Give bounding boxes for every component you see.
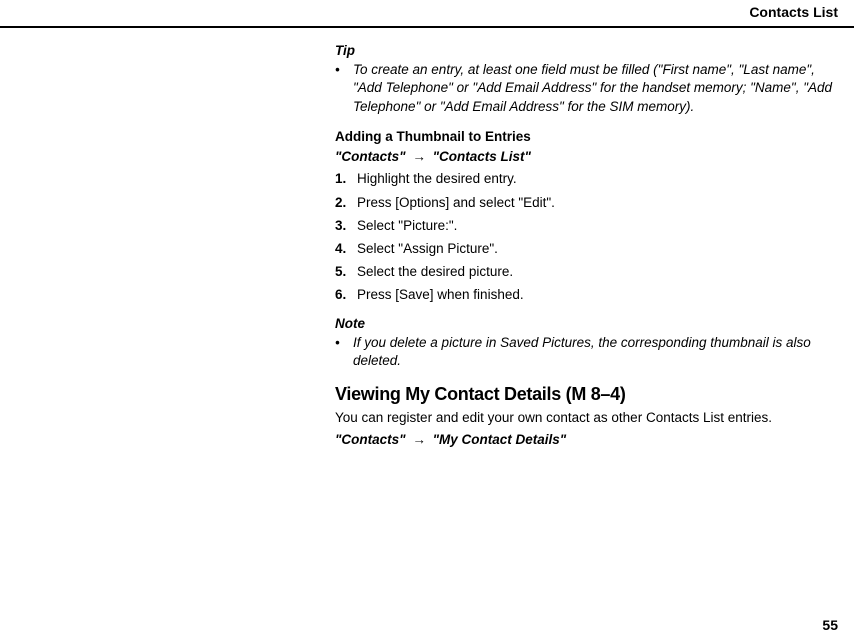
- list-item: 6. Press [Save] when finished.: [335, 286, 838, 304]
- list-item: 3. Select "Picture:".: [335, 217, 838, 235]
- note-label: Note: [335, 315, 838, 333]
- heading-text: Viewing My Contact Details: [335, 384, 561, 404]
- step-text: Select the desired picture.: [357, 263, 838, 281]
- step-text: Press [Options] and select "Edit".: [357, 194, 838, 212]
- viewing-section-heading: Viewing My Contact Details (M 8–4): [335, 382, 838, 406]
- arrow-icon: →: [412, 149, 426, 164]
- heading-suffix: (M 8–4): [561, 384, 626, 404]
- note-text: If you delete a picture in Saved Picture…: [353, 334, 838, 370]
- list-item: 5. Select the desired picture.: [335, 263, 838, 281]
- step-text: Select "Picture:".: [357, 217, 838, 235]
- tip-label: Tip: [335, 42, 838, 60]
- step-number: 4.: [335, 240, 357, 258]
- breadcrumb: "Contacts" → "Contacts List": [335, 148, 838, 166]
- step-number: 6.: [335, 286, 357, 304]
- list-item: 2. Press [Options] and select "Edit".: [335, 194, 838, 212]
- header-title: Contacts List: [749, 4, 838, 20]
- breadcrumb: "Contacts" → "My Contact Details": [335, 431, 838, 449]
- step-number: 5.: [335, 263, 357, 281]
- tip-text: To create an entry, at least one field m…: [353, 61, 838, 116]
- tip-body: • To create an entry, at least one field…: [335, 61, 838, 116]
- page-header: Contacts List: [0, 0, 854, 28]
- step-text: Select "Assign Picture".: [357, 240, 838, 258]
- note-body: • If you delete a picture in Saved Pictu…: [335, 334, 838, 370]
- page-number: 55: [822, 617, 838, 633]
- steps-list: 1. Highlight the desired entry. 2. Press…: [335, 170, 838, 304]
- page-content: Tip • To create an entry, at least one f…: [0, 28, 854, 449]
- breadcrumb-part-a: "Contacts": [335, 149, 406, 164]
- breadcrumb-part-a: "Contacts": [335, 432, 406, 447]
- arrow-icon: →: [412, 432, 426, 447]
- bullet-icon: •: [335, 61, 353, 116]
- step-number: 1.: [335, 170, 357, 188]
- step-text: Press [Save] when finished.: [357, 286, 838, 304]
- breadcrumb-part-b: "Contacts List": [433, 149, 531, 164]
- step-number: 2.: [335, 194, 357, 212]
- list-item: 4. Select "Assign Picture".: [335, 240, 838, 258]
- thumbnail-section-title: Adding a Thumbnail to Entries: [335, 128, 838, 146]
- list-item: 1. Highlight the desired entry.: [335, 170, 838, 188]
- viewing-section-body: You can register and edit your own conta…: [335, 409, 838, 427]
- breadcrumb-part-b: "My Contact Details": [433, 432, 567, 447]
- bullet-icon: •: [335, 334, 353, 370]
- step-number: 3.: [335, 217, 357, 235]
- step-text: Highlight the desired entry.: [357, 170, 838, 188]
